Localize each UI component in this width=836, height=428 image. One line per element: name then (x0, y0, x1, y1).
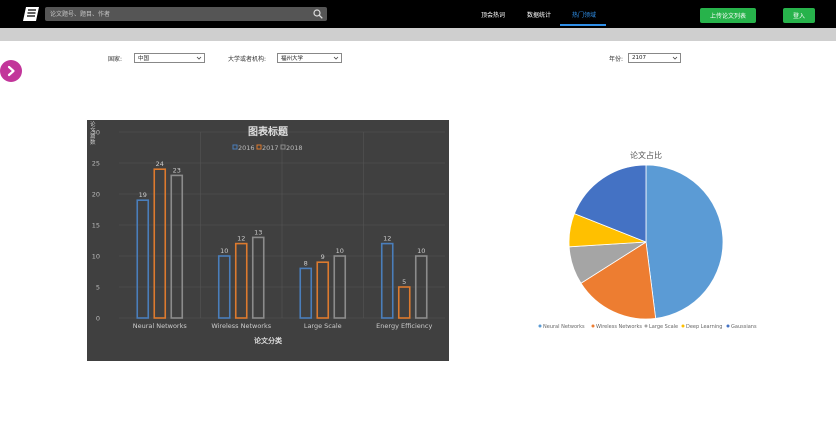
bar (316, 261, 330, 319)
chevron-right-icon (7, 65, 15, 77)
bar-chart-panel: 0 5 10 15 20 25 30 19 24 23 Neural Networks 10 12 13 W… (87, 120, 449, 361)
data-label: 13 (254, 228, 262, 236)
legend-swatch (726, 324, 730, 328)
legend-label: Large Scale (649, 324, 678, 330)
data-label: 19 (139, 191, 147, 199)
sub-header-bar (0, 28, 836, 41)
x-tick-label: Energy Efficiency (376, 322, 432, 330)
search-input[interactable] (50, 7, 300, 21)
search-bar (45, 7, 327, 21)
data-label: 10 (220, 247, 228, 255)
data-label: 23 (173, 166, 181, 174)
y-tick-label: 10 (92, 253, 100, 261)
search-icon[interactable] (313, 9, 323, 19)
org-value: 福州大学 (281, 56, 304, 62)
y-tick-label: 15 (92, 222, 100, 230)
legend-label: Deep Learning (686, 324, 722, 330)
bar (234, 242, 248, 319)
legend-swatch (232, 144, 238, 150)
country-value: 中国 (138, 56, 150, 62)
nav-active-indicator (560, 24, 606, 26)
legend-label: Neural Networks (543, 324, 585, 330)
legend-swatch (681, 324, 685, 328)
data-label: 9 (321, 253, 325, 261)
y-axis-title: 论 (90, 120, 96, 128)
chevron-down-icon (196, 56, 202, 60)
data-label: 12 (383, 235, 391, 243)
nav-hot-words[interactable]: 顶会热词 (481, 10, 505, 19)
year-label: 年份: (609, 56, 624, 63)
pie-title: 论文占比 (630, 150, 662, 160)
pie-slice (645, 164, 724, 319)
legend-label: 2018 (286, 144, 303, 152)
country-select[interactable]: 中国 (134, 53, 205, 63)
nav-statistics[interactable]: 数据统计 (527, 10, 551, 19)
org-select[interactable]: 福州大学 (277, 53, 342, 63)
data-label: 10 (417, 247, 425, 255)
org-label: 大学或者机构: (228, 56, 267, 63)
data-label: 5 (402, 278, 406, 286)
legend-swatch (280, 144, 286, 150)
x-tick-label: Neural Networks (133, 322, 188, 330)
bar (380, 242, 394, 319)
y-tick-label: 0 (96, 315, 100, 323)
pie-chart-panel: 论文占比 Neural Networks Wireless Networks Larg… (530, 140, 770, 340)
bar (153, 168, 167, 319)
data-label: 12 (237, 235, 245, 243)
pie-chart: 论文占比 Neural Networks Wireless Networks Larg… (538, 150, 757, 330)
bar (397, 286, 411, 319)
top-navbar: 顶会热词 数据统计 热门领域 上传论文列表 登入 (0, 0, 836, 28)
chevron-down-icon (672, 56, 678, 60)
bar (251, 236, 265, 319)
data-label: 24 (156, 160, 164, 168)
year-value: 2107 (632, 55, 646, 61)
legend-label: 2017 (262, 144, 279, 152)
y-tick-label: 25 (92, 160, 100, 168)
data-label: 8 (304, 259, 308, 267)
y-axis-title: 数 (90, 138, 96, 146)
x-tick-label: Wireless Networks (211, 322, 271, 330)
legend-label: 2016 (238, 144, 255, 152)
bar (170, 174, 184, 319)
legend-swatch (538, 324, 542, 328)
book-logo-icon[interactable] (22, 6, 40, 22)
year-select[interactable]: 2107 (628, 53, 681, 63)
chevron-down-icon (333, 56, 339, 60)
data-label: 10 (336, 247, 344, 255)
bar (136, 199, 150, 319)
x-axis-title: 论文分类 (254, 336, 283, 345)
bar-chart: 051015202530192423Neural Networks101213W… (90, 120, 445, 345)
legend-label: Gaussians (731, 324, 757, 330)
x-tick-label: Large Scale (304, 322, 342, 330)
legend-swatch (644, 324, 648, 328)
legend-swatch (591, 324, 595, 328)
y-axis-title: 文 (90, 126, 96, 134)
y-tick-label: 5 (96, 284, 100, 292)
upload-button[interactable]: 上传论文列表 (700, 8, 756, 23)
nav-hot-fields[interactable]: 热门领域 (572, 10, 596, 19)
y-axis-title: 篇 (90, 132, 96, 140)
expand-sidebar-button[interactable] (0, 60, 22, 82)
country-label: 国家: (108, 56, 123, 63)
y-tick-label: 20 (92, 191, 100, 199)
chart-title: 图表标题 (248, 125, 289, 138)
bar (299, 267, 313, 319)
legend-swatch (256, 144, 262, 150)
legend-label: Wireless Networks (596, 324, 642, 330)
login-button[interactable]: 登入 (783, 8, 815, 23)
